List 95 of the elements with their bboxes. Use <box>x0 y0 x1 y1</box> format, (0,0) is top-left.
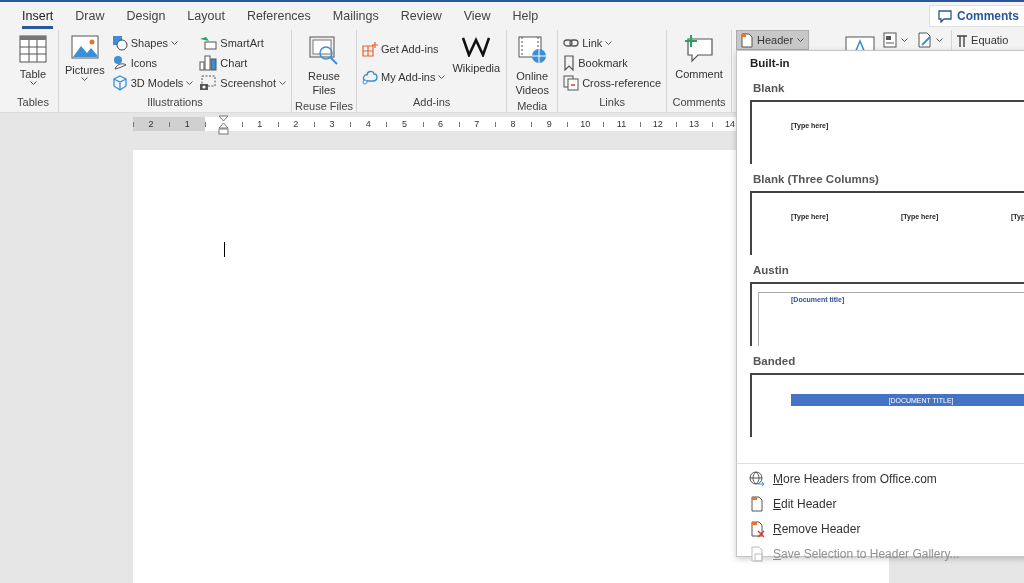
ribbon-button[interactable]: Icons <box>109 53 196 73</box>
caret-icon <box>186 80 194 86</box>
caret-icon <box>279 80 286 86</box>
wikipedia-icon <box>462 35 491 57</box>
group-label: Reuse Files <box>295 99 354 114</box>
picture-icon <box>70 35 99 59</box>
ruler-number: 2 <box>292 119 300 129</box>
group-label: Comments <box>671 95 727 110</box>
gallery-item-title: Blank (Three Columns) <box>752 172 880 187</box>
bookmark-icon <box>563 55 576 71</box>
comment-icon <box>684 35 715 63</box>
ribbon-tab[interactable]: Review <box>389 3 453 29</box>
ribbon-button[interactable]: Online Videos <box>510 33 555 99</box>
ruler-number: 2 <box>147 119 155 129</box>
group-label: Add-ins <box>411 95 452 110</box>
ribbon-button[interactable]: Bookmark <box>561 53 664 73</box>
caret-icon <box>81 77 89 82</box>
ruler-number: 1 <box>183 119 191 129</box>
section-heading: Built-in <box>749 56 791 71</box>
ribbon-button[interactable]: Comment <box>672 33 726 95</box>
page-delete-icon <box>749 520 765 537</box>
group-label: Links <box>598 95 626 110</box>
cube-icon <box>111 75 128 91</box>
ribbon-tab[interactable]: References <box>235 3 322 29</box>
text-cursor <box>224 242 225 257</box>
ribbon-button[interactable]: Wikipedia <box>449 33 504 95</box>
group-label: Tables <box>16 95 50 110</box>
group-label: Media <box>516 99 549 114</box>
header-button[interactable]: Header <box>736 30 810 50</box>
ribbon-tab[interactable]: Insert <box>11 3 65 29</box>
gallery-item-title: Blank <box>752 81 786 96</box>
caret-icon <box>605 40 613 46</box>
menu-item[interactable]: More Headers from Office.com <box>737 466 1024 491</box>
ribbon-tab[interactable]: Help <box>501 3 550 29</box>
ribbon-button[interactable]: Get Add-ins <box>360 39 448 59</box>
caret-icon <box>901 37 909 43</box>
ruler-number: 12 <box>651 119 664 129</box>
caret-icon <box>171 40 179 46</box>
signature-button[interactable] <box>916 30 946 50</box>
globe-icon <box>749 470 765 487</box>
ruler-number: 5 <box>400 119 408 129</box>
cross-reference-icon <box>563 75 580 91</box>
gallery-item-title: Banded <box>752 354 797 369</box>
ribbon-button[interactable]: SmartArt <box>197 33 288 53</box>
ribbon-button[interactable]: Cross-reference <box>561 73 664 93</box>
ruler-number: 14 <box>724 119 737 129</box>
ribbon-tab[interactable]: View <box>452 3 502 29</box>
menu-item[interactable]: Remove Header <box>737 516 1024 541</box>
reuse-files-icon <box>309 35 339 65</box>
ribbon-button[interactable]: My Add-ins <box>360 67 448 87</box>
shapes-icon <box>111 35 128 51</box>
caret-icon <box>438 74 446 80</box>
ribbon-tab[interactable]: Design <box>115 3 177 29</box>
pi-icon <box>956 33 969 47</box>
ruler-number: 7 <box>473 119 481 129</box>
ruler-number: 11 <box>615 119 628 129</box>
link-icon <box>563 37 580 49</box>
ribbon-tab[interactable]: Draw <box>64 3 116 29</box>
ribbon-button[interactable]: Table <box>16 33 50 95</box>
add-ins-icon <box>362 41 379 57</box>
table-icon <box>19 35 47 63</box>
ribbon-button[interactable]: 3D Models <box>109 73 196 93</box>
ruler-number: 13 <box>687 119 700 129</box>
ribbon-tab[interactable]: Layout <box>176 3 236 29</box>
ruler-number: 9 <box>545 119 553 129</box>
ruler-number: 4 <box>364 119 372 129</box>
ribbon-button[interactable]: Pictures <box>62 33 108 95</box>
ruler-number: 10 <box>579 119 592 129</box>
smartart-icon <box>199 35 218 51</box>
my-add-ins-icon <box>362 69 379 85</box>
comments-button[interactable]: Comments <box>929 5 1024 27</box>
group-label: Illustrations <box>146 95 204 110</box>
ruler-number: 3 <box>328 119 336 129</box>
caret-icon <box>936 37 944 43</box>
ruler-number: 8 <box>509 119 517 129</box>
ribbon-button[interactable]: Link <box>561 33 664 53</box>
ribbon-button[interactable]: Chart <box>197 53 288 73</box>
gallery-item-title: Austin <box>752 263 790 278</box>
caret-icon <box>29 81 37 86</box>
ruler-number: 1 <box>256 119 264 129</box>
chart-icon <box>199 55 218 71</box>
menu-item[interactable]: Edit Header <box>737 491 1024 516</box>
ribbon-button[interactable]: Shapes <box>109 33 196 53</box>
video-icon <box>517 35 548 65</box>
quick-parts-button[interactable] <box>881 30 911 50</box>
ruler-number: 6 <box>437 119 445 129</box>
indent-marker-icon[interactable] <box>218 115 229 135</box>
page-icon <box>749 495 765 512</box>
ribbon-button[interactable]: Reuse Files <box>301 33 347 99</box>
caret-icon <box>797 37 805 43</box>
comment-icon <box>938 9 952 23</box>
screenshot-icon <box>199 75 218 91</box>
ribbon-button[interactable]: Screenshot <box>197 73 288 93</box>
page-icon <box>741 32 754 48</box>
ribbon-tab[interactable]: Mailings <box>321 3 390 29</box>
